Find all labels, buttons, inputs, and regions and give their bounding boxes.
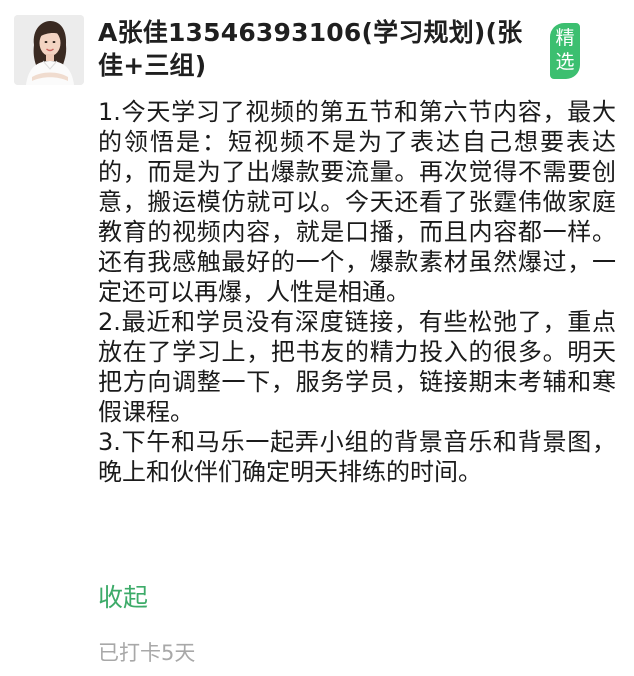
post-paragraph-2: 2.最近和学员没有深度链接，有些松弛了，重点放在了学习上，把书友的精力投入的很多… [98,308,616,426]
checkin-status: 已打卡5天 [98,641,196,665]
post-paragraph-3: 3.下午和马乐一起弄小组的背景音乐和背景图，晚上和伙伴们确定明天排练的时间。 [98,428,616,486]
author-name[interactable]: A张佳13546393106(学习规划)(张佳+三组) [98,16,544,82]
post-content: 1.今天学习了视频的第五节和第六节内容，最大的领悟是：短视频不是为了表达自己想要… [98,97,616,487]
avatar[interactable] [14,15,84,85]
avatar-photo [14,15,84,85]
post-paragraph-1: 1.今天学习了视频的第五节和第六节内容，最大的领悟是：短视频不是为了表达自己想要… [98,98,616,306]
collapse-link[interactable]: 收起 [98,581,148,615]
featured-badge: 精选 [550,23,580,79]
